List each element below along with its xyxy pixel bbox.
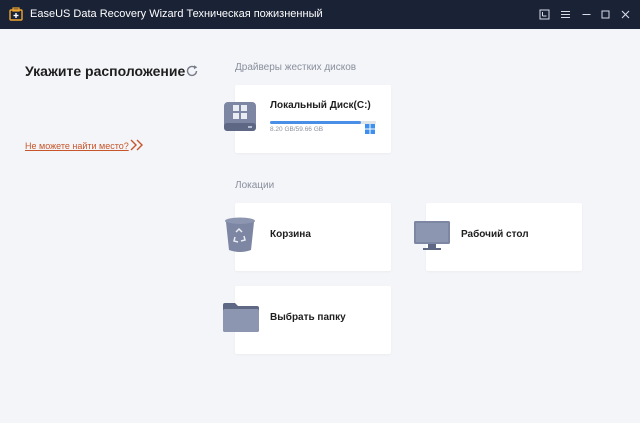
refresh-icon[interactable] — [185, 64, 199, 78]
drive-name: Локальный Диск(C:) — [270, 100, 371, 111]
location-name-desktop: Рабочий стол — [461, 229, 529, 240]
app-logo-icon — [9, 7, 23, 21]
drive-card-c[interactable] — [235, 85, 391, 153]
feedback-button[interactable] — [537, 7, 551, 21]
window-title: EaseUS Data Recovery Wizard Техническая … — [30, 8, 323, 20]
disk-usage-fill — [270, 121, 362, 124]
menu-button[interactable] — [558, 7, 572, 21]
close-button[interactable] — [618, 7, 632, 21]
recycle-bin-icon — [225, 217, 255, 252]
drives-section-label: Драйверы жестких дисков — [235, 62, 357, 73]
feedback-icon — [539, 9, 549, 19]
minimize-button[interactable] — [579, 7, 593, 21]
maximize-icon — [601, 10, 609, 18]
desktop-monitor-icon — [414, 221, 450, 250]
folder-icon — [223, 303, 259, 332]
location-name-recycle-bin: Корзина — [270, 229, 311, 240]
locations-section-label: Локации — [235, 180, 275, 191]
disk-usage-bar — [270, 121, 376, 124]
location-card-recycle-bin[interactable] — [235, 203, 391, 271]
hard-drive-icon — [224, 102, 256, 131]
windows-logo-icon — [365, 124, 375, 134]
close-icon — [621, 10, 629, 18]
disk-size-text: 8.20 GB/59.66 GB — [270, 126, 324, 133]
location-name-choose-folder: Выбрать папку — [270, 312, 346, 323]
double-chevron-right-icon[interactable] — [130, 139, 144, 151]
title-bar: EaseUS Data Recovery Wizard Техническая … — [0, 0, 640, 29]
menu-icon — [560, 10, 570, 18]
cant-find-location-link[interactable]: Не можете найти место? — [25, 141, 129, 151]
maximize-button[interactable] — [598, 7, 612, 21]
minimize-icon — [582, 13, 590, 15]
page-title: Укажите расположение — [25, 63, 186, 79]
